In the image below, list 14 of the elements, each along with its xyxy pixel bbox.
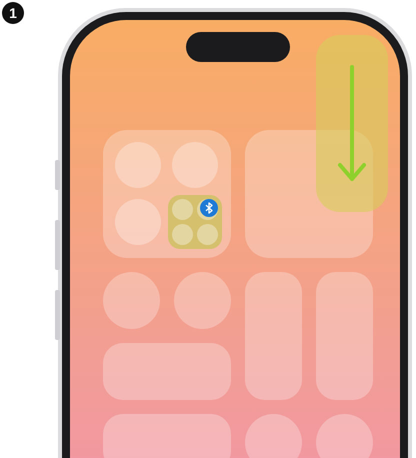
toggle-circle[interactable] [115, 142, 161, 188]
connectivity-tile[interactable] [103, 130, 231, 258]
control-tile[interactable] [103, 414, 231, 458]
toggle-circle[interactable] [115, 199, 161, 245]
control-tile[interactable] [103, 343, 231, 400]
control-circle[interactable] [316, 414, 373, 458]
control-circle[interactable] [245, 414, 302, 458]
slider-tile[interactable] [245, 272, 302, 400]
bluetooth-icon [200, 199, 218, 217]
slider-tile[interactable] [316, 272, 373, 400]
control-tile[interactable] [245, 130, 373, 258]
toggle-circle[interactable] [172, 142, 218, 188]
step-number: 1 [2, 2, 24, 24]
highlighted-toggle-group[interactable] [168, 195, 222, 249]
